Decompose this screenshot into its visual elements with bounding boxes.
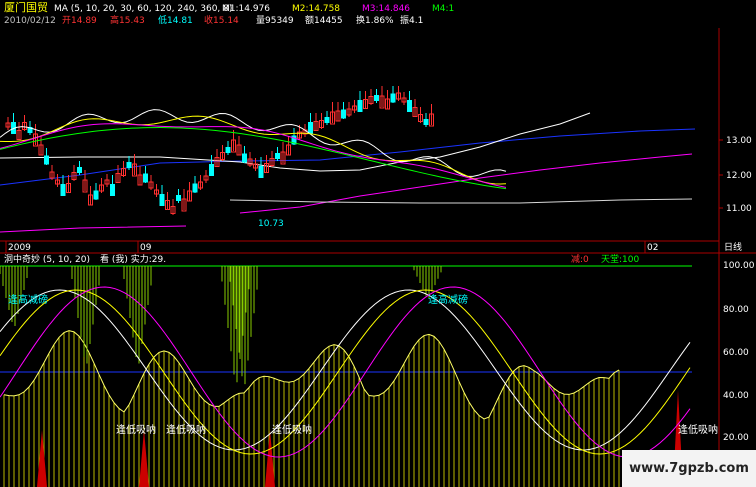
annotation-high: 逢高减磅 bbox=[8, 293, 48, 306]
quote-value: 换1.86% bbox=[356, 14, 394, 26]
quote-value: 开14.89 bbox=[62, 15, 97, 26]
candle-body bbox=[143, 173, 148, 183]
indicator-tick-label: 40.00 bbox=[723, 391, 749, 401]
candle-body bbox=[407, 100, 412, 112]
candle-body bbox=[308, 122, 313, 134]
candle-body bbox=[192, 183, 198, 193]
ma-line-magenta-long bbox=[239, 153, 693, 214]
quote-value: 量95349 bbox=[256, 15, 294, 26]
ma-values-group: M1:14.976 M2:14.758 M3:14.846 M4:1 bbox=[222, 4, 454, 14]
candle-body bbox=[176, 195, 181, 201]
quote-value: 高15.43 bbox=[110, 14, 145, 26]
candle-body bbox=[423, 119, 429, 125]
indicator-tiantang: 天堂:100 bbox=[601, 253, 639, 265]
indicator-panel bbox=[0, 265, 692, 487]
candle-body bbox=[110, 184, 115, 196]
candle-body bbox=[77, 167, 82, 173]
ma-line-magenta-short bbox=[0, 225, 187, 233]
candle-body bbox=[374, 95, 379, 101]
candle-body bbox=[209, 164, 214, 176]
ma-line-grey bbox=[229, 198, 693, 204]
candle-body bbox=[126, 162, 132, 168]
indicator-jian: 减:0 bbox=[571, 253, 589, 265]
watermark-banner: www.7gpzb.com bbox=[622, 450, 756, 487]
candle-body bbox=[60, 184, 66, 196]
candle-body bbox=[357, 100, 363, 112]
quote-value: 收15.14 bbox=[204, 14, 239, 26]
price-axis: 13.00 12.00 11.00 bbox=[719, 136, 752, 214]
time-tick-label: 02 bbox=[647, 243, 658, 253]
indicator-axis: 100.00 80.00 60.00 40.00 20.00 bbox=[723, 261, 755, 443]
indicator-tick-label: 100.00 bbox=[723, 261, 755, 271]
ma-value: M4:1 bbox=[432, 4, 454, 14]
ma-value: M2:14.758 bbox=[292, 4, 340, 14]
candle-body bbox=[159, 194, 165, 206]
price-tick-label: 13.00 bbox=[726, 136, 752, 146]
candle-body bbox=[275, 153, 280, 159]
indicator-tick-label: 80.00 bbox=[723, 305, 749, 315]
ma-value: M3:14.846 bbox=[362, 4, 410, 14]
time-tick-label: 2009 bbox=[8, 243, 31, 253]
stock-chart-canvas[interactable]: 厦门国贸 MA (5, 10, 20, 30, 60, 120, 240, 36… bbox=[0, 0, 756, 487]
price-tick-label: 11.00 bbox=[726, 204, 752, 214]
annotation-low: 逢低吸呐 bbox=[678, 423, 718, 436]
indicator-watch: 看 (我) 实力:29. bbox=[100, 253, 166, 265]
candle-body bbox=[390, 93, 396, 103]
quote-date: 2010/02/12 bbox=[4, 16, 56, 26]
quote-value: 低14.81 bbox=[158, 14, 193, 26]
candle-body bbox=[44, 155, 49, 165]
stock-name: 厦门国贸 bbox=[4, 0, 48, 14]
quote-value: 额14455 bbox=[305, 14, 343, 26]
red-spike bbox=[139, 430, 149, 487]
annotation-low: 逢低吸呐 bbox=[116, 423, 156, 436]
price-tick-label: 12.00 bbox=[726, 171, 752, 181]
quote-value: 振4.1 bbox=[400, 14, 423, 26]
candle-body bbox=[341, 109, 346, 119]
annotation-high: 逢高减磅 bbox=[428, 293, 468, 306]
ma-value: M1:14.976 bbox=[222, 4, 270, 14]
indicator-tick-label: 60.00 bbox=[723, 348, 749, 358]
period-tab[interactable]: 日线 bbox=[724, 241, 742, 253]
time-axis: 2009 09 02 日线 bbox=[5, 241, 742, 253]
candle-body bbox=[225, 147, 231, 153]
annotation-low: 逢低吸呐 bbox=[272, 423, 312, 436]
candle-body bbox=[242, 153, 247, 163]
quote-values-group: 开14.89 高15.43 低14.81 收15.14 量95349 额14455 换1.8… bbox=[62, 14, 423, 26]
indicator-title: 洞中奇妙 (5, 10, 20) bbox=[4, 253, 90, 265]
low-price-marker: 10.73 bbox=[258, 219, 284, 229]
candle-body bbox=[258, 166, 264, 178]
indicator-tick-label: 20.00 bbox=[723, 433, 749, 443]
time-tick-label: 09 bbox=[140, 243, 152, 253]
price-panel bbox=[0, 86, 696, 233]
histogram-envelope bbox=[3, 330, 620, 420]
annotation-low: 逢低吸呐 bbox=[166, 423, 206, 436]
candle-body bbox=[324, 117, 330, 123]
ma-params: MA (5, 10, 20, 30, 60, 120, 240, 360, 8) bbox=[54, 4, 232, 14]
candle-body bbox=[93, 190, 99, 200]
